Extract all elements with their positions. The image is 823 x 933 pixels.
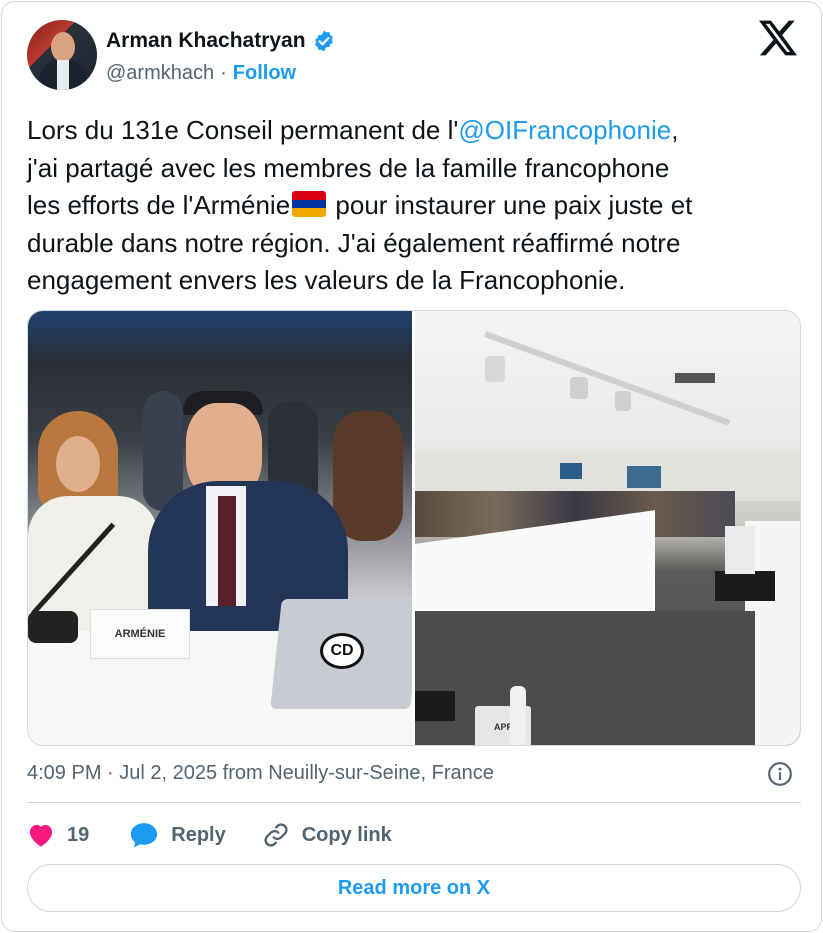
reply-bubble-icon bbox=[131, 823, 158, 848]
info-icon[interactable] bbox=[767, 761, 793, 787]
nameplate: ARMÉNIE bbox=[90, 609, 190, 659]
reply-label: Reply bbox=[171, 823, 226, 846]
reply-button[interactable]: Reply bbox=[129, 821, 226, 849]
tweet-text: Lors du 131e Conseil permanent de l'@OIF… bbox=[27, 112, 807, 300]
like-count: 19 bbox=[67, 823, 90, 846]
tweet-card: Arman Khachatryan @armkhach · Follow Lor… bbox=[1, 1, 822, 932]
link-icon bbox=[264, 823, 288, 847]
photo-right[interactable]: APF bbox=[415, 311, 800, 745]
tweet-text-part1: Lors du 131e Conseil permanent de l' bbox=[27, 115, 459, 145]
tweet-timestamp[interactable]: 4:09 PM · Jul 2, 2025 from Neuilly-sur-S… bbox=[27, 762, 494, 785]
x-logo-icon[interactable] bbox=[759, 20, 797, 56]
action-bar: 19 Reply Copy link bbox=[27, 817, 392, 853]
cd-sticker: CD bbox=[320, 633, 364, 669]
handle[interactable]: @armkhach bbox=[106, 62, 214, 85]
read-more-button[interactable]: Read more on X bbox=[27, 864, 801, 912]
handle-row: @armkhach · Follow bbox=[106, 62, 296, 85]
divider bbox=[27, 802, 801, 803]
media-grid: ARMÉNIE CD APF bbox=[27, 310, 801, 746]
author-name-row: Arman Khachatryan bbox=[106, 29, 336, 53]
avatar[interactable] bbox=[27, 20, 97, 90]
heart-icon bbox=[29, 824, 53, 847]
display-name[interactable]: Arman Khachatryan bbox=[106, 29, 306, 53]
separator-dot: · bbox=[220, 62, 227, 84]
mention-link[interactable]: @OIFrancophonie bbox=[458, 115, 671, 145]
verified-badge-icon bbox=[314, 30, 333, 52]
copy-link-button[interactable]: Copy link bbox=[262, 821, 392, 849]
follow-button[interactable]: Follow bbox=[233, 62, 296, 85]
photo-left[interactable]: ARMÉNIE CD bbox=[28, 311, 412, 745]
copy-link-label: Copy link bbox=[301, 823, 392, 846]
like-button[interactable]: 19 bbox=[27, 822, 89, 848]
armenia-flag-icon bbox=[292, 191, 327, 217]
